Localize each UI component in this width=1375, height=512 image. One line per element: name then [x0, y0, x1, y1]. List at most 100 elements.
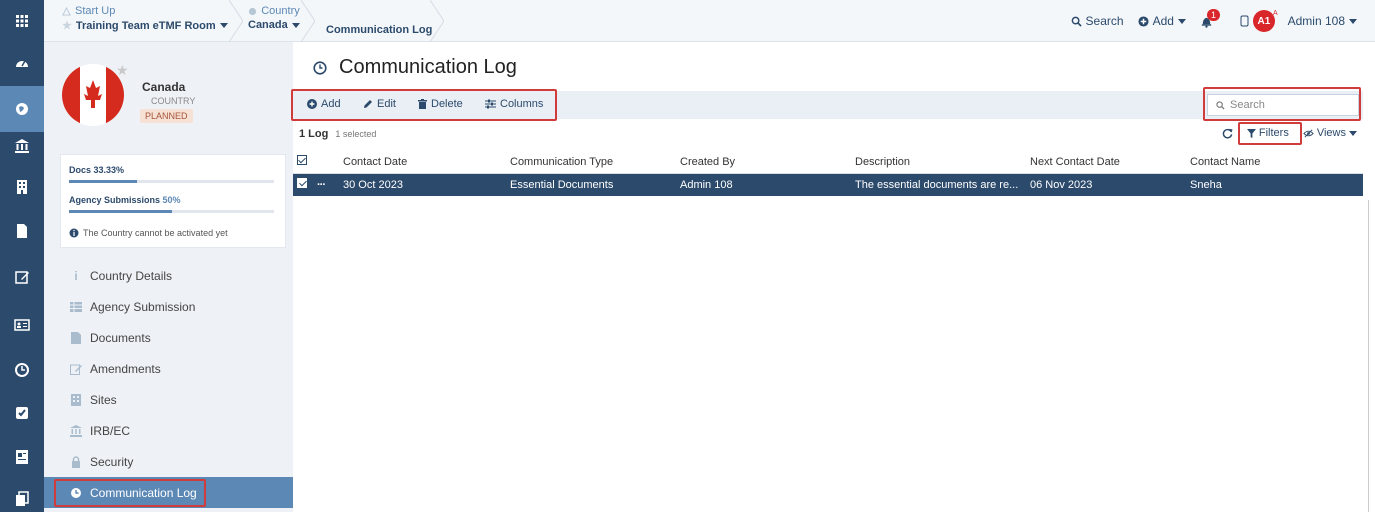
column-header[interactable]: Description	[855, 151, 1030, 174]
globe-small-icon	[249, 7, 257, 15]
sidebar-item-label: IRB/EC	[90, 423, 131, 438]
checkbox-icon[interactable]	[0, 398, 44, 428]
info-circle-icon	[69, 228, 79, 238]
global-search-label: Search	[1085, 14, 1124, 28]
lock-icon	[70, 455, 82, 468]
breadcrumb-study-type: Start Up	[75, 5, 116, 17]
column-header[interactable]: Contact Date	[343, 151, 510, 174]
breadcrumb-separator	[301, 0, 315, 42]
sidebar-item-documents[interactable]: Documents	[44, 322, 293, 353]
id-card-icon[interactable]	[0, 442, 44, 472]
breadcrumb-country-name: Canada	[248, 19, 288, 31]
triangle-icon	[62, 6, 71, 16]
caret-down-icon	[1349, 130, 1357, 136]
file-icon[interactable]	[0, 216, 44, 246]
selected-count: 1 selected	[335, 129, 377, 139]
user-menu[interactable]: A1 A Admin 108	[1240, 10, 1357, 32]
agency-progress-label: Agency Submissions	[69, 195, 161, 205]
info-icon: i	[74, 268, 78, 283]
favorite-star-icon[interactable]: ★	[116, 62, 129, 79]
avatar: A1	[1252, 10, 1275, 32]
building-icon	[70, 393, 82, 406]
checkbox-icon	[297, 178, 307, 189]
breadcrumb-country[interactable]: Country Canada	[248, 0, 300, 42]
bank-icon	[70, 424, 82, 437]
column-header[interactable]: Contact Name	[1190, 151, 1363, 174]
table-row[interactable]: ··· 30 Oct 2023 Essential Documents Admi…	[293, 173, 1363, 196]
cell-created-by: Admin 108	[680, 178, 733, 191]
global-search-button[interactable]: Search	[1071, 14, 1124, 28]
sidebar-item-label: Country Details	[90, 268, 173, 283]
copy-icon[interactable]	[0, 484, 44, 512]
device-icon	[1240, 15, 1249, 27]
sidebar-item-security[interactable]: Security	[44, 446, 293, 477]
views-button[interactable]: Views	[1303, 127, 1357, 139]
clock-icon[interactable]	[0, 355, 44, 385]
icon-rail	[0, 0, 44, 512]
caret-down-icon	[291, 22, 300, 28]
file-icon	[70, 331, 82, 344]
sidebar-item-agency-submission[interactable]: Agency Submission	[44, 291, 293, 322]
dashboard-icon[interactable]	[0, 48, 44, 78]
edit-icon[interactable]	[0, 262, 44, 292]
globe-icon[interactable]	[0, 86, 44, 132]
bank-icon[interactable]	[0, 131, 44, 161]
table-icon	[70, 301, 82, 313]
breadcrumb-current: Communication Log	[326, 0, 432, 42]
sidebar-item-country-details[interactable]: i Country Details	[44, 260, 293, 291]
country-card: ★ Canada COUNTRY PLANNED	[56, 56, 284, 156]
record-count-label: 1 Log	[299, 128, 329, 140]
column-header[interactable]: Created By	[680, 151, 855, 174]
top-bar: Start Up ★ Training Team eTMF Room Count…	[44, 0, 1375, 42]
activation-warning-text: The Country cannot be activated yet	[83, 228, 228, 238]
sidebar-item-communication-log[interactable]: Communication Log	[44, 477, 293, 508]
agency-progress-fill	[69, 210, 172, 213]
sidebar-item-irb-ec[interactable]: IRB/EC	[44, 415, 293, 446]
sidebar-item-label: Amendments	[90, 361, 161, 376]
sidebar-item-label: Security	[90, 454, 134, 469]
scroll-edge	[1368, 200, 1369, 512]
sidebar-item-label: Agency Submission	[90, 299, 196, 314]
country-type: COUNTRY	[151, 96, 196, 106]
cell-contact-date: 30 Oct 2023	[343, 178, 403, 191]
caret-down-icon	[1349, 18, 1357, 24]
row-actions-button[interactable]: ···	[317, 173, 343, 196]
filters-highlight-box	[1237, 122, 1302, 145]
building-icon[interactable]	[0, 172, 44, 202]
page-title-text: Communication Log	[339, 56, 517, 78]
record-count: 1 Log 1 selected	[299, 128, 376, 140]
select-all-checkbox[interactable]	[293, 151, 317, 174]
breadcrumb-separator	[430, 0, 444, 42]
communication-log-table: Contact Date Communication Type Created …	[293, 151, 1363, 196]
search-highlight-box	[1203, 87, 1361, 121]
apps-grid-icon[interactable]	[0, 6, 44, 36]
user-name: Admin 108	[1287, 14, 1345, 28]
contact-card-icon[interactable]	[0, 310, 44, 340]
caret-down-icon	[1177, 18, 1186, 24]
eye-slash-icon	[1303, 129, 1314, 137]
sidebar-item-label: Sites	[90, 392, 117, 407]
agency-progress: Agency Submissions 50%	[69, 195, 274, 213]
progress-card: Docs 33.33% Agency Submissions 50% The C…	[60, 154, 286, 248]
global-add-button[interactable]: Add	[1138, 14, 1186, 28]
clock-icon	[313, 60, 327, 75]
sidebar-item-amendments[interactable]: Amendments	[44, 353, 293, 384]
country-name: Canada	[142, 80, 186, 94]
row-checkbox[interactable]	[293, 173, 317, 196]
refresh-icon[interactable]	[1222, 128, 1233, 139]
cell-communication-type: Essential Documents	[510, 178, 614, 191]
global-add-label: Add	[1152, 14, 1174, 28]
star-icon: ★	[62, 20, 72, 32]
caret-down-icon	[219, 23, 228, 28]
notification-count: 1	[1206, 9, 1220, 21]
sidebar-item-sites[interactable]: Sites	[44, 384, 293, 415]
filters-button[interactable]: Filters	[1237, 122, 1302, 145]
notifications-button[interactable]: 1	[1200, 9, 1226, 28]
column-header[interactable]: Next Contact Date	[1030, 151, 1190, 174]
country-sidebar: ★ Canada COUNTRY PLANNED Docs 33.33% Age…	[44, 42, 293, 512]
status-badge: PLANNED	[140, 109, 193, 123]
breadcrumb-study[interactable]: Start Up ★ Training Team eTMF Room	[62, 0, 228, 42]
toolbar-highlight-box	[291, 89, 557, 121]
edit-icon	[70, 363, 82, 375]
column-header[interactable]: Communication Type	[510, 151, 680, 174]
